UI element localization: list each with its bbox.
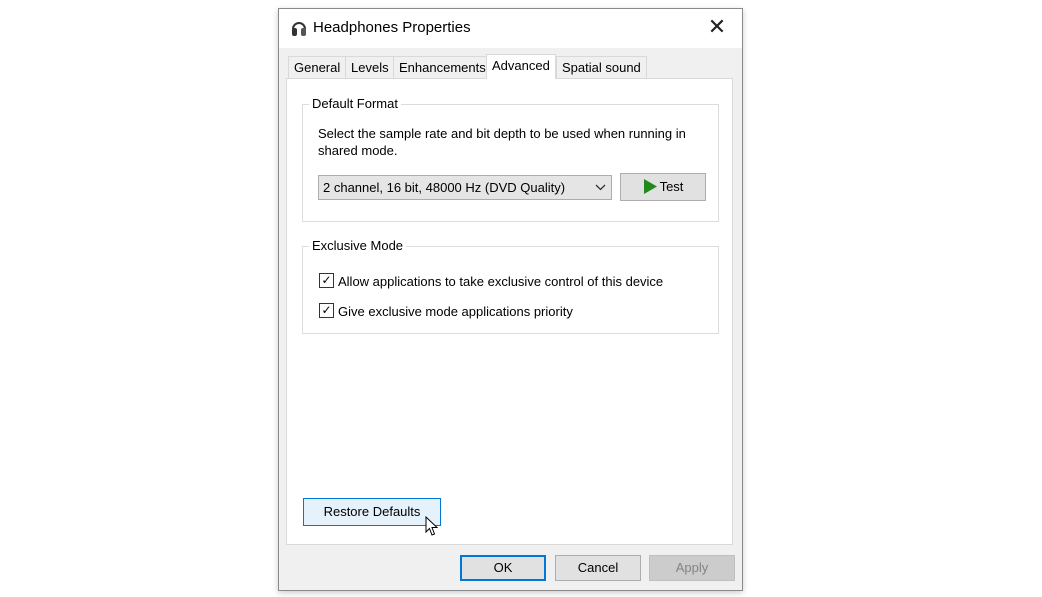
tab-spatial-sound[interactable]: Spatial sound [556, 56, 647, 78]
default-format-group: Default Format Select the sample rate an… [302, 96, 719, 222]
close-button[interactable]: ✕ [704, 16, 730, 40]
exclusive-mode-group: Exclusive Mode ✓ Allow applications to t… [302, 238, 719, 334]
test-label: Test [659, 179, 684, 194]
sample-rate-dropdown[interactable]: 2 channel, 16 bit, 48000 Hz (DVD Quality… [318, 175, 612, 200]
sample-rate-value: 2 channel, 16 bit, 48000 Hz (DVD Quality… [323, 180, 566, 195]
window-title: Headphones Properties [313, 19, 471, 36]
allow-exclusive-control-checkbox[interactable]: ✓ [319, 273, 334, 288]
tab-advanced[interactable]: Advanced [486, 54, 556, 79]
ok-button[interactable]: OK [460, 555, 546, 581]
play-icon [643, 179, 657, 194]
mouse-cursor-icon [425, 516, 439, 536]
default-format-label: Default Format [309, 96, 401, 111]
headphones-properties-dialog: Headphones Properties ✕ General Levels E… [278, 8, 743, 591]
allow-exclusive-control-label: Allow applications to take exclusive con… [338, 274, 664, 289]
tab-levels[interactable]: Levels [345, 56, 395, 78]
chevron-down-icon [595, 184, 606, 191]
title-bar: Headphones Properties ✕ [279, 9, 742, 48]
restore-defaults-button[interactable]: Restore Defaults [303, 498, 441, 526]
headphones-icon [292, 22, 306, 36]
exclusive-mode-label: Exclusive Mode [309, 238, 407, 253]
tab-general[interactable]: General [288, 56, 347, 78]
apply-button[interactable]: Apply [649, 555, 735, 581]
cancel-button[interactable]: Cancel [555, 555, 641, 581]
tab-panel-advanced: Default Format Select the sample rate an… [286, 78, 733, 545]
tab-enhancements[interactable]: Enhancements [393, 56, 492, 78]
exclusive-priority-label: Give exclusive mode applications priorit… [338, 304, 573, 319]
default-format-description: Select the sample rate and bit depth to … [318, 126, 686, 158]
exclusive-priority-checkbox[interactable]: ✓ [319, 303, 334, 318]
test-button[interactable]: Test [620, 173, 706, 201]
